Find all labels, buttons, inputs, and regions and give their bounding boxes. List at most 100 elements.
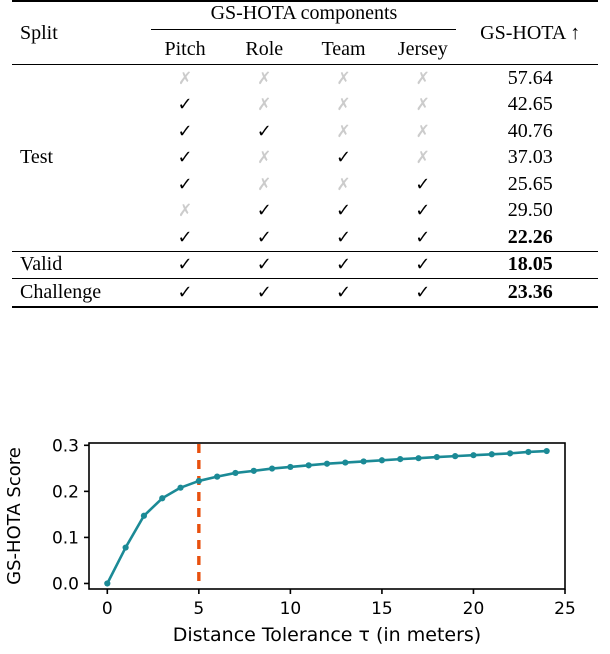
data-point (433, 453, 440, 461)
check-icon: ✓ (177, 281, 193, 303)
header-role: Role (245, 37, 284, 60)
gs-hota-value: 25.65 (507, 172, 553, 195)
data-point (195, 477, 202, 485)
data-point (415, 455, 422, 462)
check-icon: ✓ (335, 226, 352, 248)
table-row: Valid ✓ ✓ ✓ ✓ 18.05 (12, 251, 598, 279)
table-body: Test ✗ ✗ ✗ ✗ 57.64 ✓ ✗ ✗ ✗ 42.65 ✓ ✓ ✗ ✗ 40.76 ✓ ✗ ✓ ✗ 37.03… (12, 64, 598, 307)
cross-icon: ✗ (415, 121, 430, 142)
x-tick-label: 20 (463, 599, 485, 619)
header-components-group: GS-HOTA components (145, 1, 462, 32)
data-point (177, 484, 184, 491)
component-cell-pitch: ✗ (145, 198, 224, 225)
y-tick-label: 0.0 (52, 574, 79, 594)
data-point (470, 452, 477, 459)
header-jersey: Jersey (397, 37, 448, 60)
cross-icon: ✗ (336, 68, 351, 89)
check-icon: ✓ (177, 173, 193, 195)
table-header: Split GS-HOTA components GS-HOTA ↑ Pitch… (12, 1, 598, 65)
cross-icon: ✗ (177, 68, 193, 89)
header-pitch: Pitch (164, 37, 206, 60)
data-point (525, 448, 532, 456)
cross-icon: ✗ (177, 201, 193, 222)
data-point (122, 544, 129, 551)
header-row-group: Split GS-HOTA components GS-HOTA ↑ (12, 1, 598, 44)
series-line (106, 449, 548, 585)
gs-hota-tolerance-chart: 0.0 0.1 0.2 0.3 0 5 10 15 20 25 Distance Tolerance… (0, 408, 610, 654)
header-gs-hota: GS-HOTA ↑ (480, 21, 581, 44)
header-team: Team (321, 37, 366, 60)
table-row: Challenge ✓ ✓ ✓ ✓ 23.36 (12, 278, 598, 307)
data-point (140, 512, 148, 519)
data-point (378, 457, 386, 464)
component-cell-jersey: ✓ (383, 251, 462, 279)
check-icon: ✓ (177, 254, 193, 276)
data-point (214, 473, 221, 480)
cross-icon: ✗ (257, 68, 272, 89)
component-cell-pitch: ✓ (145, 171, 224, 198)
check-icon: ✓ (256, 254, 272, 276)
table-row: Test ✗ ✗ ✗ ✗ 57.64 (12, 64, 598, 168)
component-cell-team: ✓ (304, 251, 383, 279)
gs-hota-value: 57.64 (507, 66, 553, 89)
component-cell-jersey: ✓ (383, 171, 462, 198)
x-tick-label: 5 (193, 599, 204, 619)
check-icon: ✓ (256, 200, 272, 222)
check-icon: ✓ (415, 226, 431, 248)
component-cell-role: ✓ (225, 279, 304, 307)
split-label: Challenge (20, 280, 102, 303)
gs-hota-value: 29.50 (507, 199, 553, 222)
data-point (360, 458, 367, 465)
cross-icon: ✗ (415, 95, 430, 116)
cross-icon: ✗ (415, 68, 430, 89)
component-cell-jersey: ✗ (383, 65, 462, 92)
data-point (342, 459, 349, 466)
component-cell-team: ✓ (304, 224, 383, 251)
cross-icon: ✗ (336, 95, 351, 116)
component-cell-team: ✗ (304, 65, 383, 92)
component-cell-team: ✗ (304, 118, 383, 145)
check-icon: ✓ (177, 147, 193, 169)
cross-icon: ✗ (336, 174, 351, 195)
cross-icon: ✗ (336, 121, 351, 142)
component-cell-role: ✓ (225, 118, 304, 145)
check-icon: ✓ (415, 254, 431, 276)
data-point (452, 453, 459, 460)
component-cell-role: ✓ (225, 198, 304, 225)
gs-hota-value: 37.03 (507, 146, 553, 169)
data-point (397, 456, 404, 463)
component-cell-team: ✗ (304, 171, 383, 198)
gs-hota-value: 23.36 (507, 280, 553, 303)
x-tick-label: 15 (371, 599, 393, 619)
split-label: Test (20, 146, 54, 169)
component-cell-jersey: ✓ (383, 279, 462, 307)
gs-hota-value: 18.05 (507, 253, 553, 276)
data-point (104, 580, 111, 587)
component-cell-team: ✓ (304, 198, 383, 225)
component-cell-pitch: ✓ (145, 118, 224, 145)
data-point (488, 451, 495, 458)
check-icon: ✓ (256, 120, 272, 142)
component-cell-jersey: ✓ (383, 198, 462, 225)
component-cell-role: ✓ (225, 224, 304, 251)
check-icon: ✓ (177, 120, 193, 142)
data-point (305, 462, 312, 469)
results-table: Split GS-HOTA components GS-HOTA ↑ Pitch… (12, 0, 598, 308)
check-icon: ✓ (177, 226, 193, 248)
cross-icon: ✗ (257, 148, 272, 169)
check-icon: ✓ (415, 281, 431, 303)
component-cell-pitch: ✓ (145, 251, 224, 279)
component-cell-team: ✗ (304, 92, 383, 119)
gs-hota-value: 42.65 (507, 93, 553, 116)
x-tick-label: 0 (102, 599, 113, 619)
cross-icon: ✗ (257, 95, 272, 116)
check-icon: ✓ (177, 94, 193, 116)
chart-svg: 0.0 0.1 0.2 0.3 0 5 10 15 20 25 Distance Tolerance… (4, 436, 576, 646)
data-point (250, 467, 257, 474)
data-point (159, 495, 166, 502)
gs-hota-value: 22.26 (507, 225, 553, 248)
x-tick-label: 10 (280, 599, 302, 619)
figure-root: Split GS-HOTA components GS-HOTA ↑ Pitch… (0, 0, 610, 654)
y-tick-label: 0.2 (52, 482, 79, 502)
data-point (323, 460, 331, 467)
